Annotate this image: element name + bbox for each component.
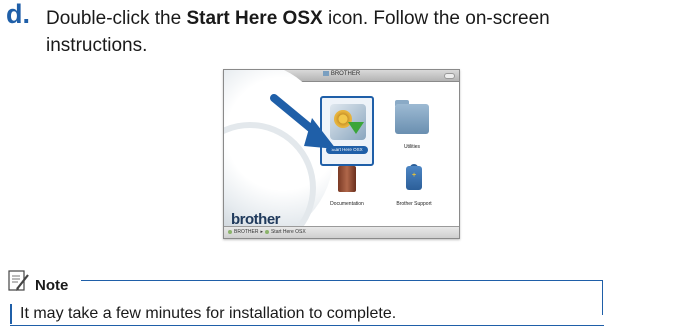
documentation-icon [338, 166, 356, 192]
note-border-bottom [10, 325, 604, 326]
note-accent-bar [10, 304, 12, 324]
documentation-item[interactable]: Documentation [322, 164, 372, 220]
step-line-1: Double-click the Start Here OSX icon. Fo… [46, 7, 550, 31]
toolbar-toggle-button[interactable] [444, 73, 455, 79]
step-text-pre: Double-click the [46, 8, 187, 29]
item-label: Documentation [330, 201, 364, 207]
folder-icon [395, 104, 429, 134]
path-separator: ▸ [260, 229, 263, 235]
note-border-right [602, 280, 603, 315]
note-text: It may take a few minutes for installati… [20, 305, 397, 322]
path-current[interactable]: Start Here OSX [271, 229, 306, 235]
utilities-item[interactable]: Utilities [390, 100, 434, 166]
support-plus-mark: + [411, 172, 417, 179]
note-title: Note [35, 277, 69, 294]
disk-icon [228, 229, 232, 234]
note-pencil-icon [8, 270, 29, 291]
step-line-2: instructions. [46, 35, 148, 56]
app-icon [264, 229, 269, 234]
path-breadcrumb: BROTHER ▸ Start Here OSX [228, 229, 306, 235]
brother-support-item[interactable]: + Brother Support [384, 164, 444, 220]
window-title-text: BROTHER [330, 71, 361, 78]
step-text-bold: Start Here OSX [186, 8, 323, 29]
note-border-top [81, 280, 602, 281]
path-bar: BROTHER ▸ Start Here OSX [224, 226, 459, 238]
item-label: Brother Support [396, 201, 432, 207]
folder-icon [322, 71, 329, 76]
step-text-post: icon. Follow the on-screen [322, 8, 550, 29]
download-arrow-icon [348, 122, 364, 134]
path-root[interactable]: BROTHER [234, 229, 258, 235]
callout-arrow-icon [270, 94, 336, 149]
step-letter: d. [6, 0, 30, 29]
item-label: Utilities [403, 144, 421, 150]
